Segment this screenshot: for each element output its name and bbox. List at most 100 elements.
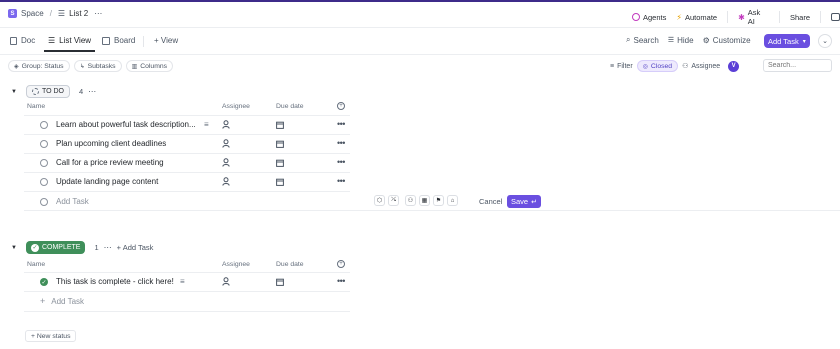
assignee-icon[interactable] bbox=[222, 139, 230, 148]
chevron-down-icon: ⌄ bbox=[822, 38, 828, 45]
list-view-icon: ☰ bbox=[48, 36, 56, 45]
closed-chip[interactable]: ◎ Closed bbox=[636, 60, 679, 72]
complete-add-task-button[interactable]: + Add Task bbox=[117, 243, 154, 252]
add-column-icon[interactable]: + bbox=[337, 102, 345, 110]
row-divider bbox=[24, 134, 350, 135]
save-label: Save bbox=[511, 197, 529, 206]
breadcrumb-more-icon[interactable]: ⋯ bbox=[94, 9, 102, 18]
task-status-circle-icon[interactable] bbox=[40, 121, 48, 129]
check-circle-icon: ✓ bbox=[30, 243, 39, 252]
view-tab-board[interactable]: Board bbox=[102, 36, 135, 45]
row-more-icon[interactable]: ••• bbox=[337, 119, 345, 129]
search-button[interactable]: ⌕ Search bbox=[626, 35, 659, 45]
filter-controls: ≡ Filter ◎ Closed ⚇ Assignee V bbox=[610, 60, 740, 72]
cancel-button[interactable]: Cancel bbox=[479, 197, 502, 206]
header-divider bbox=[727, 11, 729, 23]
collapse-caret-icon[interactable]: ▼ bbox=[11, 89, 17, 95]
subtasks-chip[interactable]: ↳ Subtasks bbox=[73, 60, 122, 72]
enter-key-icon: ↵ bbox=[531, 198, 537, 206]
filter-icon: ≡ bbox=[610, 62, 615, 70]
complete-add-task-row[interactable]: + Add Task bbox=[40, 296, 84, 306]
row-more-icon[interactable]: ••• bbox=[337, 176, 345, 186]
group-by-chip[interactable]: ◈ Group: Status bbox=[8, 60, 70, 72]
add-column-icon[interactable]: + bbox=[337, 260, 345, 268]
column-header-due-date[interactable]: Due date bbox=[276, 261, 304, 268]
complete-more-icon[interactable]: ⋯ bbox=[104, 243, 112, 252]
task-status-circle-icon[interactable] bbox=[40, 159, 48, 167]
column-header-assignee[interactable]: Assignee bbox=[222, 261, 250, 268]
column-header-name[interactable]: Name bbox=[27, 261, 45, 268]
chevron-down-icon: ▾ bbox=[802, 38, 806, 45]
filter-button[interactable]: ≡ Filter bbox=[610, 63, 633, 70]
columns-icon: ▥ bbox=[131, 63, 138, 70]
column-header-assignee[interactable]: Assignee bbox=[222, 103, 250, 110]
assignee-icon[interactable] bbox=[222, 177, 230, 186]
row-more-icon[interactable]: ••• bbox=[337, 157, 345, 167]
calendar-icon[interactable] bbox=[276, 278, 284, 286]
todo-status-badge[interactable]: TO DO bbox=[25, 85, 70, 98]
share-button[interactable]: Share bbox=[790, 13, 810, 22]
tag-icon[interactable]: ⌂ bbox=[447, 195, 458, 206]
header-actions: Agents ⚡ Automate ✱ Ask AI Share bbox=[632, 8, 840, 26]
automate-button[interactable]: ⚡ Automate bbox=[676, 13, 717, 22]
task-name[interactable]: This task is complete - click here! bbox=[56, 277, 174, 286]
closed-label: Closed bbox=[650, 62, 673, 70]
assignee-add-icon[interactable]: ⚇ bbox=[405, 195, 416, 206]
search-tasks-input[interactable] bbox=[763, 59, 832, 72]
search-icon: ⌕ bbox=[626, 35, 631, 44]
breadcrumb-separator: / bbox=[49, 9, 52, 18]
tags-icon[interactable]: ⤯ bbox=[388, 195, 399, 206]
cube-icon[interactable]: ⬡ bbox=[374, 195, 385, 206]
task-name[interactable]: Learn about powerful task description... bbox=[56, 120, 196, 129]
flag-icon[interactable]: ⚑ bbox=[433, 195, 444, 206]
calendar-icon[interactable]: ▦ bbox=[419, 195, 430, 206]
row-more-icon[interactable]: ••• bbox=[337, 276, 345, 286]
ask-ai-button[interactable]: ✱ Ask AI bbox=[738, 8, 769, 26]
add-task-label: Add Task bbox=[768, 36, 799, 46]
new-task-status-circle-icon[interactable] bbox=[40, 198, 48, 206]
calendar-icon[interactable] bbox=[276, 140, 284, 148]
add-view-button[interactable]: + View bbox=[154, 36, 178, 45]
agents-button[interactable]: Agents bbox=[632, 13, 666, 22]
customize-button[interactable]: ⚙ Customize bbox=[703, 36, 751, 45]
filter-chips: ◈ Group: Status ↳ Subtasks ▥ Columns bbox=[8, 60, 174, 72]
hide-button[interactable]: ☰ Hide bbox=[668, 36, 694, 45]
space-badge[interactable]: S bbox=[8, 9, 17, 18]
calendar-icon[interactable] bbox=[276, 159, 284, 167]
column-header-due-date[interactable]: Due date bbox=[276, 103, 304, 110]
todo-more-icon[interactable]: ⋯ bbox=[88, 87, 96, 96]
add-task-button[interactable]: Add Task ▾ bbox=[764, 34, 810, 48]
task-complete-check-icon[interactable]: ✓ bbox=[40, 278, 48, 286]
todo-count: 4 bbox=[79, 87, 84, 96]
assignee-icon[interactable] bbox=[222, 158, 230, 167]
view-tab-doc[interactable]: Doc bbox=[10, 36, 35, 45]
column-header-name[interactable]: Name bbox=[27, 103, 45, 110]
task-status-circle-icon[interactable] bbox=[40, 178, 48, 186]
assignee-icon[interactable] bbox=[222, 120, 230, 129]
columns-chip[interactable]: ▥ Columns bbox=[125, 60, 174, 72]
calendar-icon[interactable] bbox=[276, 121, 284, 129]
task-name[interactable]: Call for a price review meeting bbox=[56, 158, 164, 167]
complete-count: 1 bbox=[94, 243, 99, 252]
row-divider bbox=[24, 311, 350, 312]
view-tab-list[interactable]: ☰ List View bbox=[48, 36, 91, 45]
row-more-icon[interactable]: ••• bbox=[337, 138, 345, 148]
avatar[interactable]: V bbox=[728, 60, 740, 72]
views-divider bbox=[143, 36, 144, 47]
breadcrumb-list[interactable]: List 2 bbox=[69, 9, 88, 18]
task-status-circle-icon[interactable] bbox=[40, 140, 48, 148]
task-name[interactable]: Plan upcoming client deadlines bbox=[56, 139, 166, 148]
complete-status-badge[interactable]: ✓ COMPLETE bbox=[25, 241, 86, 254]
task-name[interactable]: Update landing page content bbox=[56, 177, 158, 186]
chat-icon[interactable] bbox=[831, 13, 840, 21]
assignee-icon[interactable] bbox=[222, 277, 230, 286]
calendar-icon[interactable] bbox=[276, 178, 284, 186]
add-task-input[interactable]: Add Task bbox=[56, 197, 89, 206]
new-status-button[interactable]: + New status bbox=[25, 330, 77, 342]
group-by-label: Group: Status bbox=[21, 62, 64, 70]
collapse-toolbar-button[interactable]: ⌄ bbox=[818, 34, 832, 48]
assignee-filter-button[interactable]: ⚇ Assignee bbox=[682, 62, 720, 71]
save-button[interactable]: Save ↵ bbox=[507, 195, 541, 208]
collapse-caret-icon[interactable]: ▼ bbox=[11, 245, 17, 251]
breadcrumb-space[interactable]: Space bbox=[21, 9, 44, 18]
